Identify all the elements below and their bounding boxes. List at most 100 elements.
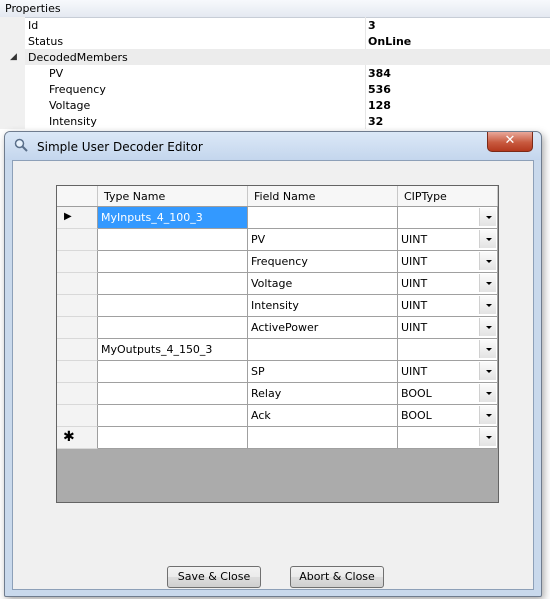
table-row[interactable]: ▶ MyInputs_4_100_3 bbox=[57, 207, 498, 229]
property-row-voltage[interactable]: Voltage 128 bbox=[0, 97, 550, 113]
cip-type-text: UINT bbox=[401, 277, 428, 290]
column-header-cip-type[interactable]: CIPType bbox=[398, 186, 498, 206]
row-header[interactable] bbox=[57, 317, 98, 339]
row-header[interactable] bbox=[57, 339, 98, 361]
cip-type-combobox[interactable]: BOOL bbox=[398, 383, 498, 405]
row-header[interactable] bbox=[57, 251, 98, 273]
close-button[interactable]: ✕ bbox=[487, 132, 533, 152]
field-name-cell[interactable]: Frequency bbox=[248, 251, 398, 273]
table-row[interactable]: SP UINT bbox=[57, 361, 498, 383]
property-row-id[interactable]: Id 3 bbox=[0, 17, 550, 33]
property-value: 32 bbox=[368, 115, 384, 128]
field-name-cell[interactable]: SP bbox=[248, 361, 398, 383]
column-header-label: CIPType bbox=[404, 190, 447, 203]
dropdown-arrow-icon[interactable] bbox=[479, 252, 496, 270]
field-name-text: Intensity bbox=[251, 299, 299, 312]
cip-type-combobox[interactable]: UINT bbox=[398, 361, 498, 383]
field-name-cell[interactable] bbox=[248, 427, 398, 449]
table-row[interactable]: Intensity UINT bbox=[57, 295, 498, 317]
table-row[interactable]: ActivePower UINT bbox=[57, 317, 498, 339]
type-name-cell[interactable] bbox=[98, 295, 248, 317]
decoder-data-grid[interactable]: Type Name Field Name CIPType ▶ MyInputs_4… bbox=[56, 185, 499, 503]
field-name-cell[interactable]: ActivePower bbox=[248, 317, 398, 339]
collapse-triangle-icon[interactable]: ◢ bbox=[10, 52, 17, 62]
abort-and-close-button[interactable]: Abort & Close bbox=[290, 566, 384, 588]
cip-type-combobox[interactable]: UINT bbox=[398, 229, 498, 251]
column-header-type-name[interactable]: Type Name bbox=[98, 186, 248, 206]
cip-type-combobox[interactable]: UINT bbox=[398, 273, 498, 295]
dropdown-arrow-icon[interactable] bbox=[479, 406, 496, 424]
type-name-cell[interactable] bbox=[98, 361, 248, 383]
cip-type-combobox[interactable]: UINT bbox=[398, 317, 498, 339]
table-row[interactable]: Frequency UINT bbox=[57, 251, 498, 273]
column-header-field-name[interactable]: Field Name bbox=[248, 186, 398, 206]
property-row-frequency[interactable]: Frequency 536 bbox=[0, 81, 550, 97]
dialog-title: Simple User Decoder Editor bbox=[37, 140, 203, 154]
properties-header: Properties bbox=[0, 0, 550, 18]
table-row[interactable]: ✱ bbox=[57, 427, 498, 449]
property-category-decoded-members[interactable]: ◢ DecodedMembers bbox=[0, 49, 550, 65]
field-name-text: Ack bbox=[251, 409, 271, 422]
type-name-cell[interactable] bbox=[98, 273, 248, 295]
type-name-cell[interactable]: MyInputs_4_100_3 bbox=[98, 207, 248, 229]
row-header[interactable] bbox=[57, 229, 98, 251]
type-name-cell[interactable] bbox=[98, 383, 248, 405]
field-name-cell[interactable]: Relay bbox=[248, 383, 398, 405]
type-name-cell[interactable] bbox=[98, 317, 248, 339]
column-header-label: Type Name bbox=[104, 190, 166, 203]
field-name-cell[interactable] bbox=[248, 339, 398, 361]
save-and-close-button[interactable]: Save & Close bbox=[167, 566, 261, 588]
type-name-cell[interactable]: MyOutputs_4_150_3 bbox=[98, 339, 248, 361]
field-name-cell[interactable]: Intensity bbox=[248, 295, 398, 317]
dropdown-arrow-icon[interactable] bbox=[479, 296, 496, 314]
dropdown-arrow-icon[interactable] bbox=[479, 428, 496, 446]
table-row[interactable]: PV UINT bbox=[57, 229, 498, 251]
dropdown-arrow-icon[interactable] bbox=[479, 274, 496, 292]
row-header[interactable] bbox=[57, 361, 98, 383]
dropdown-arrow-icon[interactable] bbox=[479, 230, 496, 248]
grid-header-corner[interactable] bbox=[57, 186, 98, 206]
cip-type-text: BOOL bbox=[401, 409, 432, 422]
property-row-status[interactable]: Status OnLine bbox=[0, 33, 550, 49]
cip-type-text: UINT bbox=[401, 299, 428, 312]
dropdown-arrow-icon[interactable] bbox=[479, 384, 496, 402]
cip-type-combobox[interactable] bbox=[398, 427, 498, 449]
table-row[interactable]: Ack BOOL bbox=[57, 405, 498, 427]
type-name-cell[interactable] bbox=[98, 405, 248, 427]
property-row-pv[interactable]: PV 384 bbox=[0, 65, 550, 81]
field-name-text: SP bbox=[251, 365, 265, 378]
property-row-intensity[interactable]: Intensity 32 bbox=[0, 113, 550, 129]
type-name-cell[interactable] bbox=[98, 251, 248, 273]
field-name-cell[interactable]: Ack bbox=[248, 405, 398, 427]
type-name-cell[interactable] bbox=[98, 427, 248, 449]
cip-type-text: UINT bbox=[401, 233, 428, 246]
cip-type-combobox[interactable] bbox=[398, 339, 498, 361]
type-name-text: MyInputs_4_100_3 bbox=[101, 211, 203, 224]
cip-type-text: BOOL bbox=[401, 387, 432, 400]
cip-type-combobox[interactable] bbox=[398, 207, 498, 229]
type-name-cell[interactable] bbox=[98, 229, 248, 251]
table-row[interactable]: Relay BOOL bbox=[57, 383, 498, 405]
type-name-text: MyOutputs_4_150_3 bbox=[101, 343, 213, 356]
dialog-titlebar[interactable]: Simple User Decoder Editor ✕ bbox=[5, 132, 541, 160]
cip-type-combobox[interactable]: BOOL bbox=[398, 405, 498, 427]
dropdown-arrow-icon[interactable] bbox=[479, 318, 496, 336]
field-name-cell[interactable] bbox=[248, 207, 398, 229]
row-header[interactable] bbox=[57, 273, 98, 295]
row-header[interactable]: ✱ bbox=[57, 427, 98, 449]
property-value: OnLine bbox=[368, 35, 412, 48]
dropdown-arrow-icon[interactable] bbox=[479, 340, 496, 358]
row-header[interactable] bbox=[57, 383, 98, 405]
field-name-cell[interactable]: Voltage bbox=[248, 273, 398, 295]
dropdown-arrow-icon[interactable] bbox=[479, 208, 496, 226]
property-name: Frequency bbox=[49, 83, 106, 96]
dropdown-arrow-icon[interactable] bbox=[479, 362, 496, 380]
table-row[interactable]: MyOutputs_4_150_3 bbox=[57, 339, 498, 361]
table-row[interactable]: Voltage UINT bbox=[57, 273, 498, 295]
cip-type-combobox[interactable]: UINT bbox=[398, 251, 498, 273]
row-header[interactable]: ▶ bbox=[57, 207, 98, 229]
field-name-cell[interactable]: PV bbox=[248, 229, 398, 251]
row-header[interactable] bbox=[57, 295, 98, 317]
row-header[interactable] bbox=[57, 405, 98, 427]
cip-type-combobox[interactable]: UINT bbox=[398, 295, 498, 317]
